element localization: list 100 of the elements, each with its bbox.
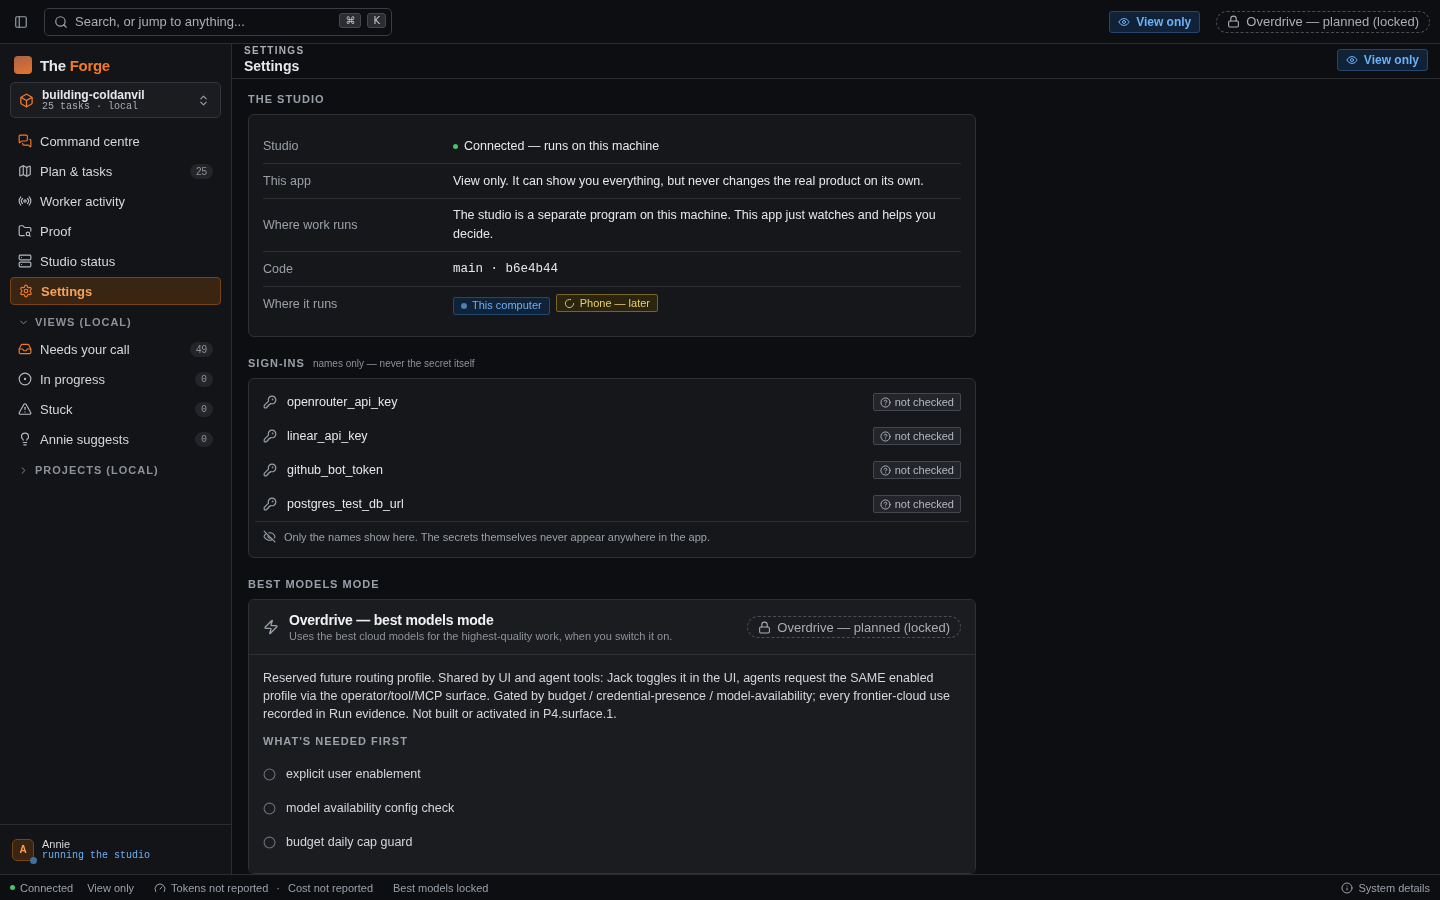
user-name: Annie bbox=[42, 838, 72, 850]
field-value: main · b6e4b44 bbox=[453, 260, 560, 278]
project-switcher[interactable]: building-coldanvil 25 tasks · local bbox=[10, 82, 221, 118]
connection-status: Connected bbox=[10, 881, 74, 894]
nav-item[interactable]: Settings bbox=[10, 277, 221, 305]
question-icon bbox=[879, 396, 891, 408]
nav-item[interactable]: Annie suggests 0 bbox=[10, 425, 221, 453]
info-icon bbox=[1341, 881, 1354, 894]
key-icon bbox=[263, 395, 277, 409]
field-label: Studio bbox=[263, 137, 300, 155]
status-chip: not checked bbox=[872, 393, 961, 411]
tokens-status: Tokens not reported bbox=[171, 881, 269, 894]
field-value: View only. It can show you everything, but never changes the real product on its own. bbox=[453, 172, 925, 190]
nav-item[interactable]: Worker activity bbox=[10, 187, 221, 215]
key-name: linear_api_key bbox=[287, 429, 369, 443]
lightning-icon bbox=[263, 619, 279, 635]
eye-off-icon bbox=[263, 530, 276, 543]
mode-status: View only bbox=[87, 881, 135, 894]
count-badge: 25 bbox=[189, 163, 213, 179]
section-subtitle: names only — never the secret itself bbox=[312, 358, 475, 369]
cube-icon bbox=[19, 92, 34, 108]
empty-circle-icon[interactable] bbox=[263, 801, 276, 815]
empty-circle-icon[interactable] bbox=[263, 767, 276, 781]
separator: · bbox=[276, 881, 280, 894]
key-name: openrouter_api_key bbox=[287, 395, 399, 409]
question-icon bbox=[879, 430, 891, 442]
field-label: This app bbox=[263, 172, 312, 190]
location-tag: This computer bbox=[453, 296, 550, 315]
gauge-icon bbox=[154, 881, 167, 894]
shortcut-key: K bbox=[367, 12, 386, 28]
best-models-status: Best models locked bbox=[393, 881, 489, 894]
question-icon bbox=[879, 498, 891, 510]
key-name: github_bot_token bbox=[287, 463, 384, 477]
lock-icon bbox=[1227, 15, 1241, 28]
checklist-item[interactable]: model availability config check bbox=[263, 791, 961, 825]
empty-circle-icon[interactable] bbox=[263, 835, 276, 849]
nav-icon bbox=[18, 372, 32, 386]
count-badge: 0 bbox=[195, 431, 213, 447]
nav-item[interactable]: Needs your call 49 bbox=[10, 335, 221, 363]
nav-icon bbox=[18, 402, 32, 416]
user-avatar: A bbox=[12, 838, 34, 861]
nav-icon bbox=[18, 224, 32, 238]
key-icon bbox=[263, 497, 277, 511]
checklist-item[interactable]: budget daily cap guard bbox=[263, 825, 961, 859]
nav-icon bbox=[18, 254, 32, 268]
nav-item[interactable]: Stuck 0 bbox=[10, 395, 221, 423]
nav-item[interactable]: In progress 0 bbox=[10, 365, 221, 393]
brand-name: The Forge bbox=[40, 56, 110, 74]
field-label: Where work runs bbox=[263, 216, 359, 234]
nav-icon bbox=[18, 164, 32, 178]
group-header[interactable]: VIEWS (LOCAL) bbox=[10, 312, 221, 332]
key-icon bbox=[263, 429, 277, 443]
nav-icon bbox=[19, 284, 33, 298]
key-name: postgres_test_db_url bbox=[287, 497, 405, 511]
nav-item[interactable]: Proof bbox=[10, 217, 221, 245]
search-icon bbox=[54, 14, 68, 29]
page-title: Settings bbox=[244, 58, 301, 74]
spinner-icon bbox=[563, 297, 575, 309]
checklist-item[interactable]: explicit user enablement bbox=[263, 757, 961, 791]
count-badge: 0 bbox=[195, 401, 213, 417]
status-dot bbox=[10, 885, 15, 890]
user-status: running the studio bbox=[42, 850, 151, 861]
card-title: Overdrive — best models mode bbox=[289, 612, 495, 628]
system-details-link[interactable]: System details bbox=[1341, 881, 1430, 894]
location-tag: Phone — later bbox=[555, 294, 659, 313]
question-icon bbox=[879, 464, 891, 476]
field-value: Connected — runs on this machine bbox=[453, 136, 961, 156]
nav-item[interactable]: Plan & tasks 25 bbox=[10, 157, 221, 185]
cost-status: Cost not reported bbox=[288, 881, 373, 894]
section-title: THE STUDIO bbox=[248, 93, 325, 105]
key-icon bbox=[263, 463, 277, 477]
field-label: Where it runs bbox=[263, 296, 339, 313]
chevrons-icon bbox=[197, 93, 210, 107]
view-only-badge: View only bbox=[1336, 49, 1428, 71]
count-badge: 0 bbox=[195, 371, 213, 387]
nav-icon bbox=[18, 432, 32, 446]
status-chip: not checked bbox=[872, 495, 961, 513]
lock-icon bbox=[758, 620, 772, 634]
nav-icon bbox=[18, 342, 32, 356]
checklist-title: WHAT'S NEEDED FIRST bbox=[263, 735, 409, 747]
status-dot bbox=[453, 143, 458, 149]
note-text: Only the names show here. The secrets themselves never appear anywhere in the app. bbox=[284, 530, 710, 543]
eye-icon bbox=[1118, 15, 1131, 28]
breadcrumb: SETTINGS bbox=[244, 45, 305, 56]
group-header[interactable]: PROJECTS (LOCAL) bbox=[10, 460, 221, 480]
count-badge: 49 bbox=[189, 341, 213, 357]
description: Reserved future routing profile. Shared by UI and agent tools: Jack toggles it in the UI, agents request the SAME enabled profile via the operator/tool/MCP surface. Gated by budget / credential-presence / model-availability; every frontier-cloud use recorded in Run evidence. Not built or activated in P4.surface.1. bbox=[263, 670, 951, 723]
field-value: The studio is a separate program on this machine. This app just watches and helps you decide. bbox=[453, 207, 937, 243]
view-only-badge: View only bbox=[1109, 10, 1201, 33]
logo bbox=[14, 56, 32, 74]
nav-icon bbox=[18, 134, 32, 148]
field-label: Code bbox=[263, 260, 294, 278]
nav-icon bbox=[18, 194, 32, 208]
sidebar-toggle-icon[interactable] bbox=[14, 14, 28, 29]
status-dot bbox=[461, 302, 467, 309]
nav-item[interactable]: Command centre bbox=[10, 127, 221, 155]
status-chip: not checked bbox=[872, 461, 961, 479]
nav-item[interactable]: Studio status bbox=[10, 247, 221, 275]
section-title: BEST MODELS MODE bbox=[248, 578, 380, 590]
section-title: SIGN-INS bbox=[248, 357, 305, 369]
